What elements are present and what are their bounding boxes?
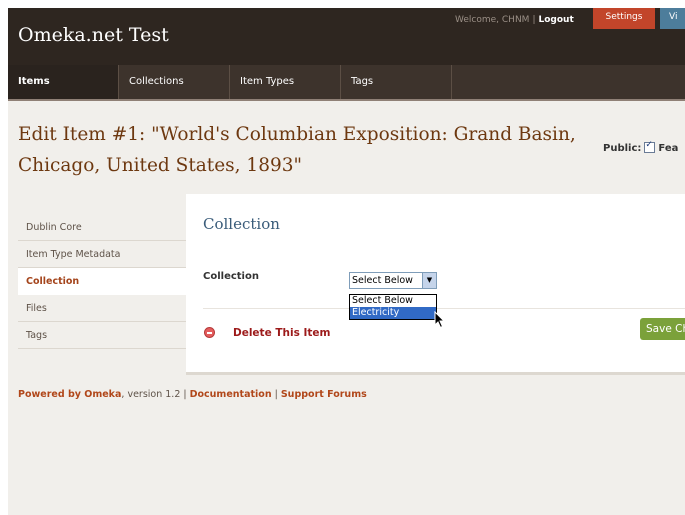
collection-panel: Collection Collection Select Below ▼ Sel… [186,194,685,375]
settings-button[interactable]: Settings [593,8,655,29]
sidebar-item-tags[interactable]: Tags [18,322,186,349]
tab-item-types[interactable]: Item Types [230,65,341,101]
featured-label: Fea [658,143,679,154]
dropdown-option[interactable]: Electricity [350,307,436,319]
tab-collections[interactable]: Collections [119,65,230,101]
delete-item-link[interactable]: Delete This Item [233,327,330,339]
documentation-link[interactable]: Documentation [190,389,272,400]
public-checkbox[interactable] [644,140,656,153]
footer: Powered by Omeka, version 1.2 | Document… [18,389,367,400]
logout-link[interactable]: Logout [539,15,574,25]
user-bar: Welcome, CHNM | Logout [455,15,574,25]
site-title[interactable]: Omeka.net Test [18,24,169,46]
collection-dropdown-list: Select Below Electricity [349,294,437,320]
page-title: Edit Item #1: "World's Columbian Exposit… [18,124,576,176]
nav-divider [8,99,685,101]
delete-icon[interactable] [204,327,215,338]
header: Omeka.net Test Welcome, CHNM | Logout Sett… [8,8,685,65]
sidebar-item-files[interactable]: Files [18,295,186,322]
powered-by-link[interactable]: Powered by Omeka [18,389,121,400]
dropdown-option[interactable]: Select Below [350,295,436,307]
panel-title: Collection [203,215,280,233]
tab-tags[interactable]: Tags [341,65,452,101]
mouse-cursor-icon [434,311,446,329]
collection-field-label: Collection [203,271,259,282]
user-bar-separator: | [532,15,536,25]
public-featured-controls: Public: Fea [603,140,679,154]
footer-separator: | [274,389,278,400]
browser-viewport: Omeka.net Test Welcome, CHNM | Logout Sett… [8,8,685,515]
welcome-text: Welcome, CHNM [455,15,530,25]
collection-select[interactable]: Select Below ▼ [349,272,437,289]
section-sidebar: Dublin Core Item Type Metadata Collectio… [18,214,186,349]
save-changes-button[interactable]: Save Ch [640,318,685,340]
tab-items[interactable]: Items [8,65,119,101]
view-site-button[interactable]: Vi [660,8,685,29]
collection-select-value: Select Below [352,275,413,286]
sidebar-item-collection[interactable]: Collection [18,268,186,295]
support-forums-link[interactable]: Support Forums [281,389,367,400]
sidebar-item-dublin-core[interactable]: Dublin Core [18,214,186,241]
public-label: Public: [603,143,642,154]
chevron-down-icon[interactable]: ▼ [422,273,436,288]
version-text: , version 1.2 | [121,389,187,400]
main-nav: Items Collections Item Types Tags [8,65,685,101]
sidebar-item-item-type-metadata[interactable]: Item Type Metadata [18,241,186,268]
panel-divider [203,308,685,309]
